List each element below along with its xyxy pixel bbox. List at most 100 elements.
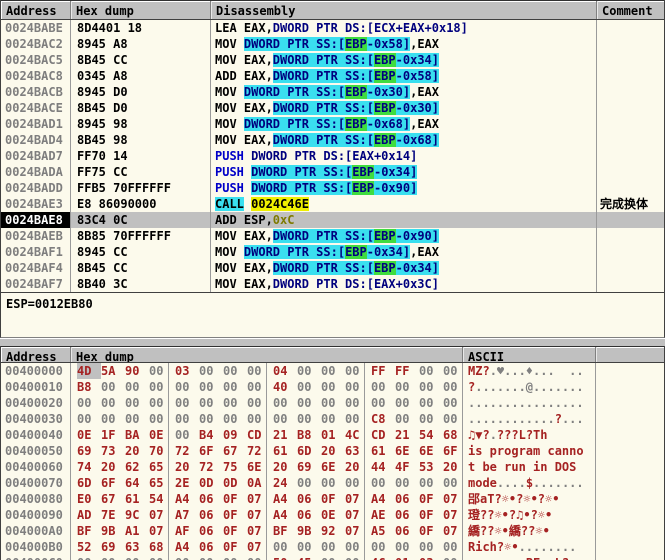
- hex-byte[interactable]: 9C: [125, 507, 149, 523]
- hex-byte[interactable]: 00: [125, 555, 149, 560]
- dump-address-cell[interactable]: 00400040: [1, 427, 71, 443]
- hex-byte[interactable]: 6E: [321, 459, 345, 475]
- hex-byte[interactable]: 00: [247, 395, 267, 411]
- disasm-row[interactable]: 0024BAF78B40 3CMOV EAX,DWORD PTR DS:[EAX…: [1, 276, 664, 292]
- disasm-hexdump-cell[interactable]: FF75 CC: [71, 164, 211, 180]
- dump-byte-group[interactable]: AD7E9C07: [71, 507, 169, 523]
- hex-byte[interactable]: 68: [443, 427, 463, 443]
- hex-byte[interactable]: 21: [273, 427, 297, 443]
- hex-byte[interactable]: 07: [443, 491, 463, 507]
- hex-byte[interactable]: 00: [395, 475, 419, 491]
- hex-byte[interactable]: 0A: [247, 475, 267, 491]
- disasm-row[interactable]: 0024BAEB8B85 70FFFFFFMOV EAX,DWORD PTR S…: [1, 228, 664, 244]
- hex-byte[interactable]: 00: [199, 363, 223, 379]
- hex-byte[interactable]: 6E: [419, 443, 443, 459]
- hex-byte[interactable]: 07: [247, 491, 267, 507]
- hex-byte[interactable]: 67: [223, 443, 247, 459]
- dump-row[interactable]: 004000A0BF9BA107AF060F07BF9B9207A5060F07…: [1, 523, 664, 539]
- hex-byte[interactable]: AD: [77, 507, 101, 523]
- hex-byte[interactable]: 04: [273, 363, 297, 379]
- dump-byte-group[interactable]: AE060F07: [365, 507, 463, 523]
- hex-byte[interactable]: 73: [101, 443, 125, 459]
- hex-byte[interactable]: 00: [321, 379, 345, 395]
- disasm-instruction-cell[interactable]: MOV EAX,DWORD PTR SS:[EBP-0x34]: [211, 52, 597, 68]
- dump-address-cell[interactable]: 00400010: [1, 379, 71, 395]
- hex-byte[interactable]: 00: [419, 379, 443, 395]
- hex-byte[interactable]: 00: [223, 379, 247, 395]
- disasm-comment-cell[interactable]: [597, 52, 664, 68]
- hex-byte[interactable]: A7: [175, 507, 199, 523]
- dump-ascii-cell[interactable]: 璒??☼•?♫•?☼•: [463, 507, 596, 523]
- disasm-row[interactable]: 0024BAC28945 A8MOV DWORD PTR SS:[EBP-0x5…: [1, 36, 664, 52]
- disasm-hexdump-cell[interactable]: 8B85 70FFFFFF: [71, 228, 211, 244]
- hex-byte[interactable]: 0F: [419, 507, 443, 523]
- hex-byte[interactable]: 06: [297, 507, 321, 523]
- hex-byte[interactable]: 00: [77, 395, 101, 411]
- dump-row[interactable]: 00400060742062652072756E20696E20444F5320…: [1, 459, 664, 475]
- disasm-hexdump-cell[interactable]: 8945 CC: [71, 244, 211, 260]
- hex-byte[interactable]: 4F: [395, 459, 419, 475]
- dump-byte-group[interactable]: 00000000: [169, 395, 267, 411]
- disasm-instruction-cell[interactable]: ADD EAX,DWORD PTR SS:[EBP-0x58]: [211, 68, 597, 84]
- hex-byte[interactable]: 00: [395, 539, 419, 555]
- disasm-comment-cell[interactable]: [597, 68, 664, 84]
- disasm-instruction-cell[interactable]: PUSH DWORD PTR SS:[EBP-0x34]: [211, 164, 597, 180]
- hex-byte[interactable]: 7E: [101, 507, 125, 523]
- disasm-address-cell[interactable]: 0024BAEB: [1, 228, 71, 244]
- disasm-instruction-cell[interactable]: MOV EAX,DWORD PTR SS:[EBP-0x34]: [211, 260, 597, 276]
- hex-byte[interactable]: 20: [125, 443, 149, 459]
- hex-byte[interactable]: CD: [247, 427, 267, 443]
- hex-byte[interactable]: 07: [247, 523, 267, 539]
- dump-byte-group[interactable]: A4060F07: [169, 491, 267, 507]
- hex-byte[interactable]: 00: [345, 411, 365, 427]
- hex-byte[interactable]: 00: [321, 395, 345, 411]
- dump-byte-group[interactable]: A4060F07: [267, 491, 365, 507]
- dump-address-cell[interactable]: 00400090: [1, 507, 71, 523]
- dump-ascii-cell[interactable]: Rich?☼•........: [463, 539, 596, 555]
- hex-byte[interactable]: A4: [273, 507, 297, 523]
- hex-byte[interactable]: 09: [223, 427, 247, 443]
- disasm-comment-cell[interactable]: 完成换体: [597, 196, 664, 212]
- disasm-comment-cell[interactable]: [597, 228, 664, 244]
- dump-byte-group[interactable]: 6D6F6465: [71, 475, 169, 491]
- hex-byte[interactable]: 00: [149, 379, 169, 395]
- hex-byte[interactable]: 00: [419, 539, 443, 555]
- hex-byte[interactable]: 92: [321, 523, 345, 539]
- hex-byte[interactable]: 00: [149, 555, 169, 560]
- hex-byte[interactable]: 6D: [297, 443, 321, 459]
- hex-byte[interactable]: 01: [395, 555, 419, 560]
- disasm-instruction-cell[interactable]: MOV DWORD PTR SS:[EBP-0x58],EAX: [211, 36, 597, 52]
- hex-byte[interactable]: 20: [443, 459, 463, 475]
- dump-byte-group[interactable]: B8000000: [71, 379, 169, 395]
- dump-byte-group[interactable]: A4060F07: [169, 539, 267, 555]
- hex-byte[interactable]: 00: [345, 555, 365, 560]
- hex-byte[interactable]: 00: [175, 411, 199, 427]
- hex-byte[interactable]: 00: [321, 539, 345, 555]
- hex-byte[interactable]: 00: [247, 363, 267, 379]
- hex-byte[interactable]: 50: [273, 555, 297, 560]
- dump-byte-group[interactable]: CD215468: [365, 427, 463, 443]
- hex-byte[interactable]: 68: [149, 539, 169, 555]
- hex-byte[interactable]: 00: [371, 395, 395, 411]
- hex-byte[interactable]: 06: [199, 539, 223, 555]
- dump-byte-group[interactable]: 20696E20: [267, 459, 365, 475]
- dump-byte-group[interactable]: C8000000: [365, 411, 463, 427]
- hex-byte[interactable]: 44: [371, 459, 395, 475]
- dump-ascii-cell[interactable]: is program canno: [463, 443, 596, 459]
- hex-byte[interactable]: 07: [345, 507, 365, 523]
- disasm-hexdump-cell[interactable]: 8B40 3C: [71, 276, 211, 292]
- hex-byte[interactable]: 00: [371, 379, 395, 395]
- hex-byte[interactable]: 0E: [321, 507, 345, 523]
- disasm-instruction-cell[interactable]: MOV EAX,DWORD PTR SS:[EBP-0x30]: [211, 100, 597, 116]
- dump-address-cell[interactable]: 004000C0: [1, 555, 71, 560]
- hex-byte[interactable]: B8: [77, 379, 101, 395]
- dump-byte-group[interactable]: 00000000: [169, 411, 267, 427]
- disasm-comment-cell[interactable]: [597, 244, 664, 260]
- disasm-hexdump-cell[interactable]: E8 86090000: [71, 196, 211, 212]
- dump-row[interactable]: 0040005069732070726F6772616D2063616E6E6F…: [1, 443, 664, 459]
- hex-byte[interactable]: 00: [345, 475, 365, 491]
- hex-byte[interactable]: 0F: [223, 491, 247, 507]
- disasm-row[interactable]: 0024BAF18945 CCMOV DWORD PTR SS:[EBP-0x3…: [1, 244, 664, 260]
- dump-row[interactable]: 004000004D5A90000300000004000000FFFF0000…: [1, 363, 664, 379]
- hex-byte[interactable]: 00: [273, 395, 297, 411]
